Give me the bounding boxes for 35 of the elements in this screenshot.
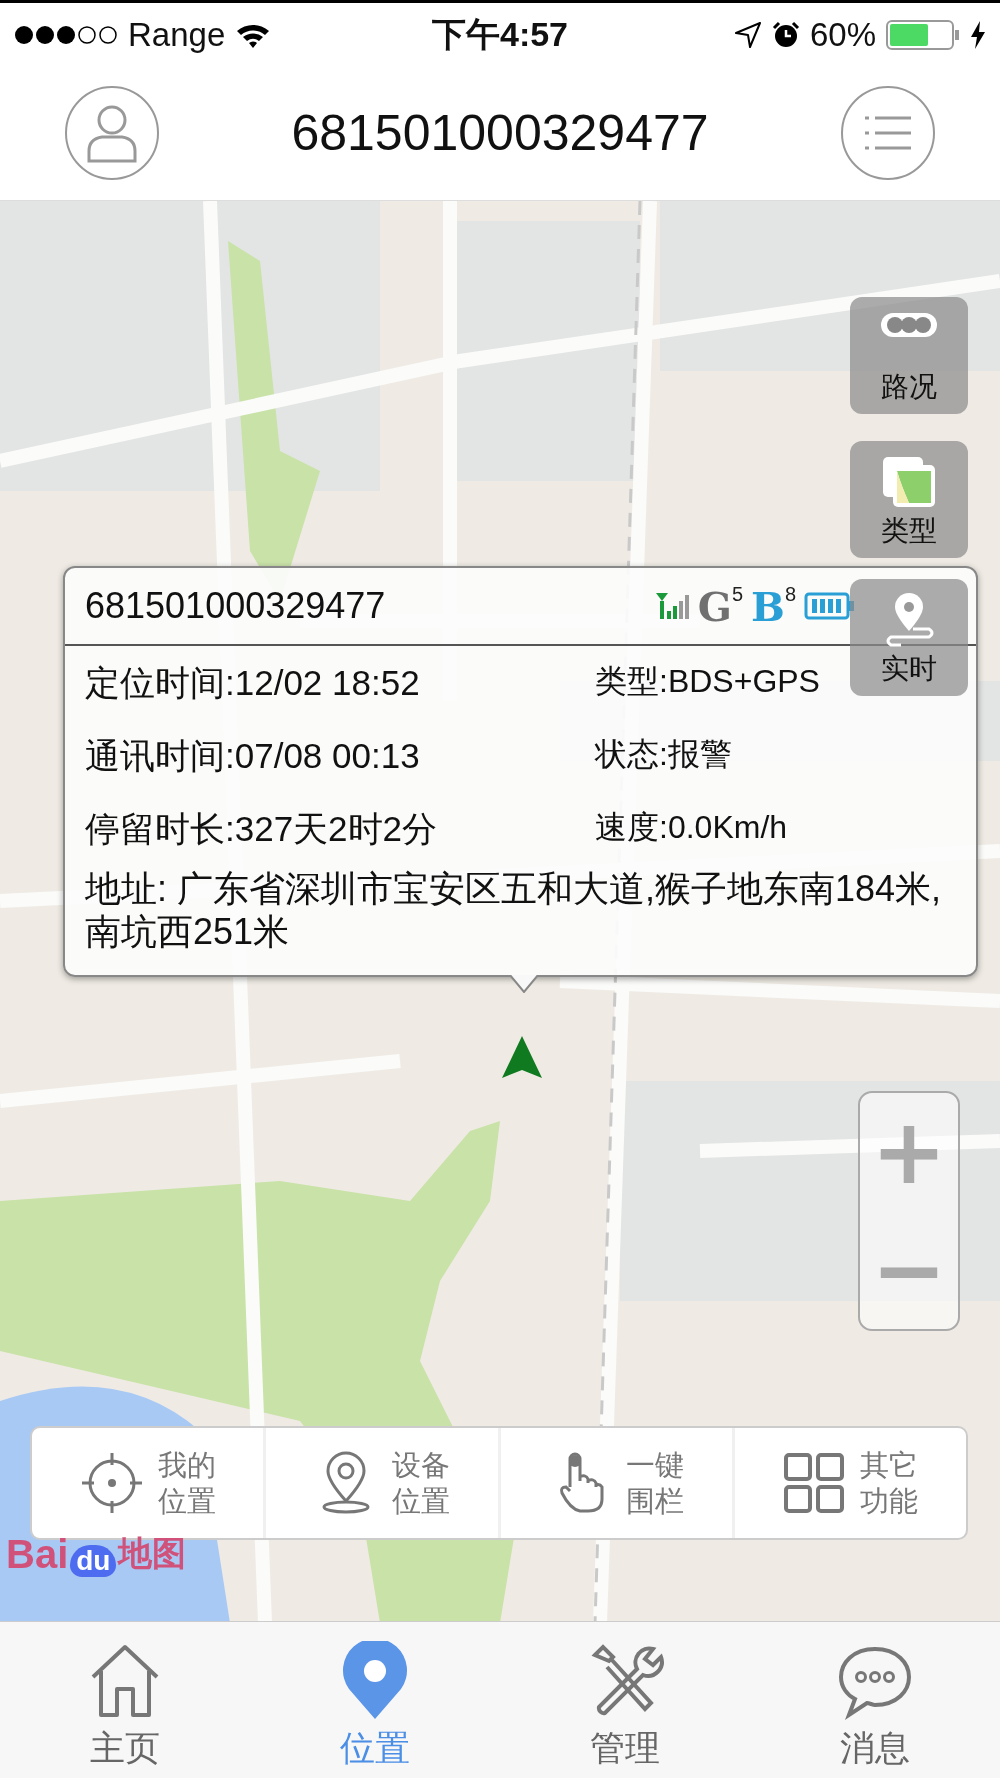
tab[interactable]: 主页 <box>0 1622 250 1778</box>
satellite-count: G$^{5}$ <box>697 582 744 630</box>
device-id: 681501000329477 <box>85 585 386 627</box>
info-field: 通讯时间:07/08 00:13 <box>85 733 420 780</box>
address-text: 地址: 广东省深圳市宝安区五和大道,猴子地东南184米,南坑西251米 <box>85 867 943 954</box>
satellite-count: B$^{8}$ <box>751 582 796 630</box>
alarm-clock-icon <box>771 20 800 49</box>
traffic-button[interactable]: 路况 <box>850 297 968 414</box>
list-icon <box>863 115 913 151</box>
tab[interactable]: 管理 <box>500 1622 750 1778</box>
battery-icon <box>886 19 960 50</box>
toolbar-button[interactable]: 一键 围栏 <box>500 1428 735 1538</box>
signal-bars-icon <box>653 591 690 621</box>
map-type-button[interactable]: 类型 <box>850 441 968 558</box>
realtime-button[interactable]: 实时 <box>850 579 968 696</box>
info-field: 停留时长:327天2时2分 <box>85 806 438 853</box>
toolbar-button[interactable]: 设备 位置 <box>266 1428 501 1538</box>
carrier-name: Range <box>128 15 226 54</box>
info-field: 状态:报警 <box>595 733 732 780</box>
signal-dots-icon <box>14 24 118 45</box>
tab[interactable]: 消息 <box>750 1622 1000 1778</box>
battery-percent: 60% <box>809 15 876 54</box>
info-field: 速度:0.0Km/h <box>595 806 788 853</box>
device-title: 681501000329477 <box>291 104 709 162</box>
heading-arrow-icon <box>502 1036 542 1078</box>
info-field: 类型:BDS+GPS <box>595 660 820 707</box>
toolbar-button[interactable]: 其它 功能 <box>734 1428 966 1538</box>
grid-icon <box>782 1451 847 1515</box>
clock-time: 下午4:57 <box>431 13 569 55</box>
traffic-lights-icon <box>879 311 939 339</box>
info-field: 定位时间:12/02 18:52 <box>85 660 420 707</box>
charging-bolt-icon <box>970 20 986 49</box>
location-arrow-icon <box>733 20 762 49</box>
tab[interactable]: 位置 <box>250 1622 500 1778</box>
crosshair-icon <box>79 1451 144 1515</box>
